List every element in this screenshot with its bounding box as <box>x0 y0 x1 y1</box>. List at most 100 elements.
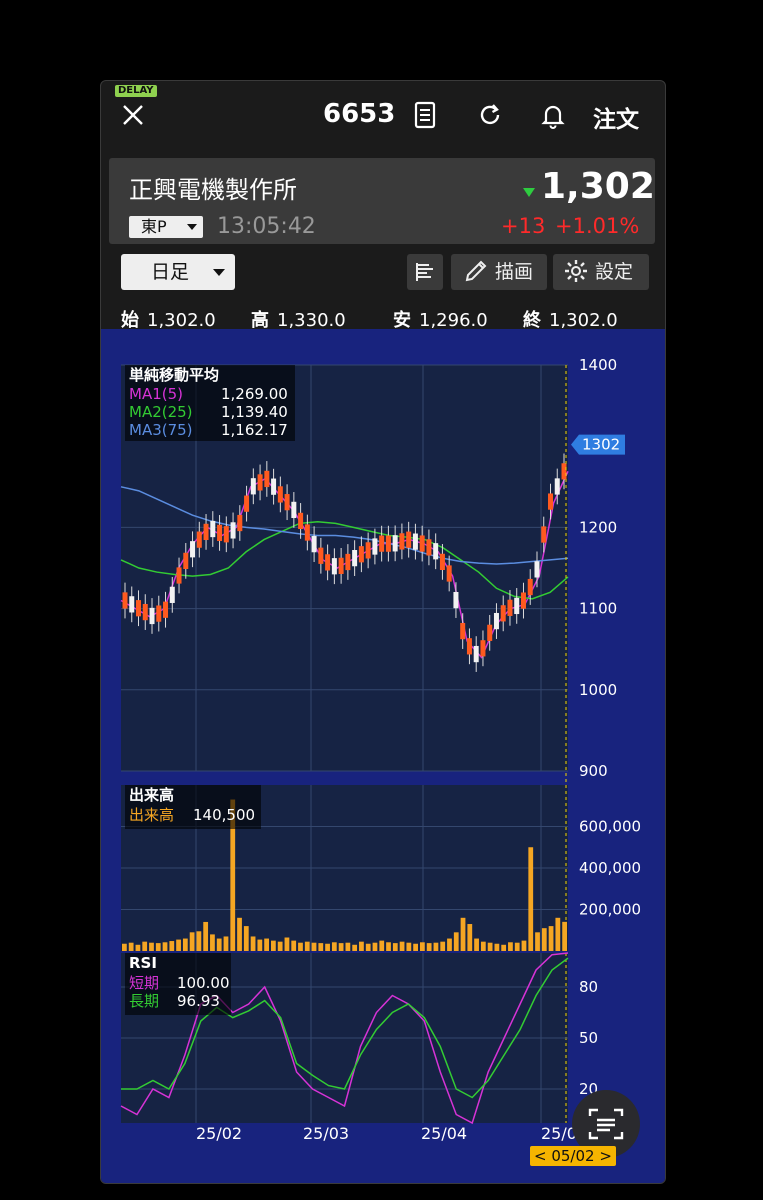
chart-area[interactable]: 1400 1200 1100 1000 900 1302 単純移動平均 MA1(5) 1,269… <box>101 329 665 1183</box>
caret-down-icon <box>213 269 225 276</box>
exchange-label: 東P <box>141 217 167 236</box>
rsi-legend-value: 100.00 <box>177 974 230 992</box>
document-icon[interactable] <box>411 101 439 129</box>
candle-body <box>298 512 304 530</box>
volume-bar <box>237 917 242 951</box>
volume-legend-name: 出来高 <box>129 806 174 824</box>
candle-body <box>352 550 358 567</box>
volume-axis-label: 600,000 <box>579 818 641 836</box>
period-select[interactable]: 日足 <box>121 254 235 290</box>
volume-bar <box>128 942 134 951</box>
volume-bar <box>176 939 181 951</box>
volume-bar <box>338 943 344 951</box>
volume-bar <box>420 942 425 951</box>
volume-bar <box>325 943 330 951</box>
price-axis-label: 1000 <box>579 681 617 699</box>
price-axis-label: 900 <box>579 762 608 780</box>
period-label: 日足 <box>151 261 190 283</box>
current-price: 1,302 <box>541 166 655 207</box>
draw-label: 描画 <box>495 261 534 283</box>
volume-bar <box>474 938 479 951</box>
rsi-legend-name: 長期 <box>129 992 159 1010</box>
close-icon[interactable] <box>121 103 145 127</box>
volume-bar <box>392 943 398 951</box>
volume-bar <box>264 938 269 951</box>
rsi-legend-name: 短期 <box>129 974 159 992</box>
candle-body <box>230 522 236 539</box>
settings-button[interactable]: 設定 <box>553 254 649 290</box>
volume-bar <box>169 941 175 951</box>
volume-legend-title: 出来高 <box>129 786 174 804</box>
volume-bar <box>365 943 371 951</box>
volume-bar <box>250 936 256 951</box>
candle-body <box>122 592 128 609</box>
candle-body <box>527 578 533 596</box>
candle-body <box>406 531 412 548</box>
volume-bar <box>298 942 303 951</box>
date-axis-label: 25/03 <box>303 1124 349 1143</box>
candle-body <box>176 567 182 584</box>
volume-bar <box>406 942 412 951</box>
volume-axis-label: 200,000 <box>579 901 641 919</box>
volume-bar <box>189 932 195 951</box>
candle-body <box>446 565 452 582</box>
candle-body <box>129 596 135 613</box>
candle-body <box>196 531 202 548</box>
volume-bar <box>203 921 209 951</box>
candle-body <box>480 640 486 657</box>
volume-bar <box>216 938 222 951</box>
candle-body <box>169 586 175 603</box>
candle-body <box>149 607 155 625</box>
volume-bar <box>399 941 405 951</box>
candle-body <box>318 547 324 564</box>
candle-body <box>385 535 391 552</box>
draw-button[interactable]: 描画 <box>451 254 547 290</box>
candle-body <box>514 597 520 615</box>
candle-body <box>311 536 317 553</box>
candle-body <box>203 523 209 541</box>
volume-bar <box>494 943 500 951</box>
volume-bar <box>284 937 290 951</box>
candle-body <box>379 535 385 552</box>
volume-bar <box>413 943 418 951</box>
candle-body <box>338 557 344 574</box>
candle-body <box>358 546 364 563</box>
price-change-percent: +1.01% <box>555 214 640 238</box>
exchange-select[interactable]: 東P <box>129 216 203 238</box>
candle-body <box>284 494 290 511</box>
volume-bar <box>480 941 486 951</box>
candle-body <box>183 552 189 569</box>
bell-icon[interactable] <box>539 101 567 129</box>
volume-bar <box>331 942 337 951</box>
volume-axis-label: 400,000 <box>579 859 641 877</box>
volume-bar <box>386 942 391 951</box>
volume-bar <box>277 941 283 951</box>
candle-body <box>257 474 263 491</box>
volume-bar <box>155 943 161 951</box>
ma-legend-name: MA2(25) <box>129 403 193 421</box>
volume-bar <box>426 943 432 951</box>
volume-bar <box>122 943 127 951</box>
volume-bar <box>453 932 459 951</box>
candle-body <box>541 526 547 543</box>
volume-bar <box>535 932 540 951</box>
volume-bar <box>311 942 317 951</box>
candle-body <box>264 470 270 488</box>
order-button[interactable]: 注文 <box>593 100 639 134</box>
volume-bar <box>182 938 188 951</box>
price-axis-label: 1400 <box>579 356 617 374</box>
ma-legend-value: 1,139.40 <box>221 403 288 421</box>
indicator-list-button[interactable] <box>407 254 443 290</box>
volume-bar <box>271 940 276 951</box>
candle-body <box>500 605 506 622</box>
down-arrow-icon <box>523 188 535 197</box>
settings-label: 設定 <box>595 261 634 283</box>
volume-bar <box>243 926 249 951</box>
refresh-icon[interactable] <box>476 101 504 129</box>
ma-legend-name: MA3(75) <box>129 421 193 439</box>
date-cursor-tag[interactable]: < 05/02 > <box>530 1146 616 1166</box>
date-axis-label: 25/04 <box>421 1124 467 1143</box>
volume-bar <box>352 944 358 951</box>
stock-chart[interactable]: 1400 1200 1100 1000 900 1302 単純移動平均MA1(5) 1,269… <box>101 329 665 1183</box>
candle-body <box>473 645 479 663</box>
